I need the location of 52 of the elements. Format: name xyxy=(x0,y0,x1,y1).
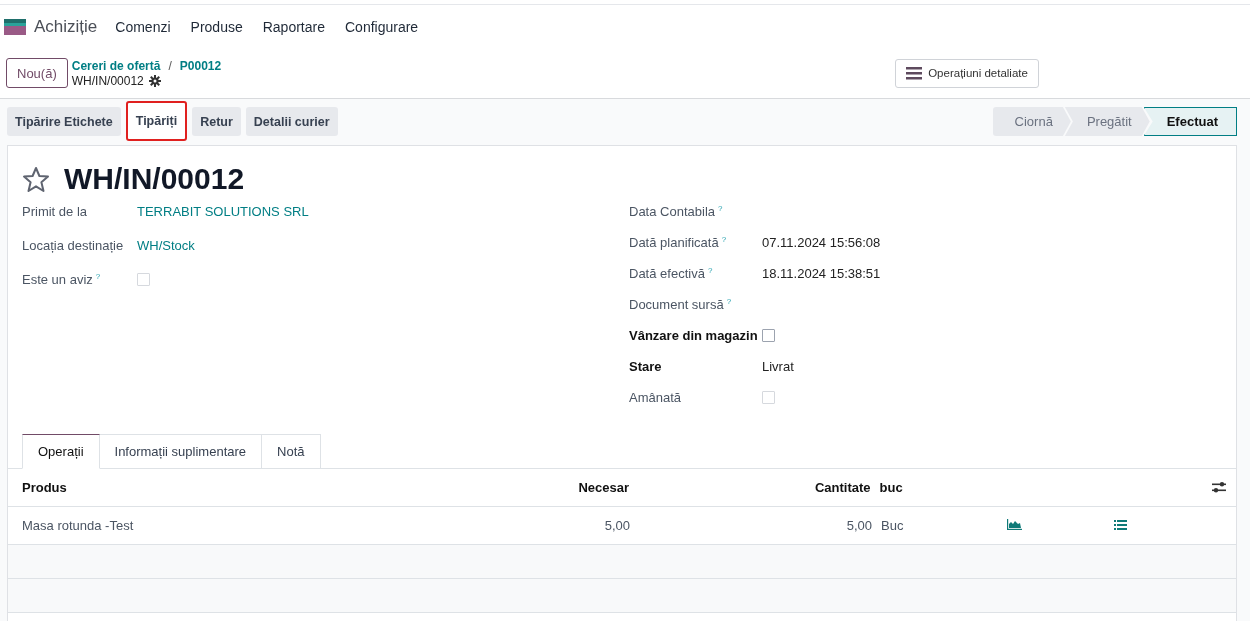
field-label: Dată efectivă xyxy=(629,266,705,282)
menu-item[interactable]: Comenzi xyxy=(115,18,171,35)
menu-item[interactable]: Configurare xyxy=(345,18,419,35)
table-cell-text: Buc xyxy=(880,518,905,533)
field-label: Vânzare din magazin xyxy=(629,328,758,343)
field-value: 18.11.2024 15:38:51 xyxy=(762,266,881,281)
tab[interactable]: Operații xyxy=(22,434,100,469)
field-label: Primit de la xyxy=(22,204,88,219)
field-label: Este un aviz xyxy=(22,272,93,288)
field-link[interactable]: TERRABIT SOLUTIONS SRL xyxy=(137,204,309,219)
gear-icon[interactable] xyxy=(148,74,161,87)
detailed-operations-button[interactable]: Operațiuni detaliate xyxy=(895,58,1039,88)
star-icon[interactable] xyxy=(22,165,50,193)
status-stage[interactable]: Pregătit xyxy=(1064,107,1150,136)
field-label: Stare xyxy=(629,359,662,374)
tab[interactable]: Notă xyxy=(261,434,321,469)
column-header[interactable]: buc xyxy=(870,480,1006,495)
status-stage[interactable]: Ciornă xyxy=(992,107,1071,136)
menu-icon xyxy=(906,66,923,80)
table-cell-text: 5,00 xyxy=(845,518,872,533)
app-logo-icon[interactable] xyxy=(4,18,26,35)
column-header[interactable]: Cantitate xyxy=(629,480,871,495)
breadcrumb-link[interactable]: P00012 xyxy=(179,58,222,73)
action-button[interactable]: Retur xyxy=(192,107,241,136)
column-header[interactable]: Produs xyxy=(22,480,462,495)
field-label: Document sursă xyxy=(629,297,724,313)
checkbox[interactable] xyxy=(762,329,775,342)
column-settings-icon[interactable] xyxy=(1212,481,1226,494)
field-label: Dată planificată xyxy=(629,235,719,251)
table-cell-text: 5,00 xyxy=(603,518,630,533)
new-button[interactable]: Nou(ă) xyxy=(6,58,68,88)
field-value: Livrat xyxy=(762,359,794,374)
field-value: 07.11.2024 15:56:08 xyxy=(762,235,881,250)
column-header[interactable]: Necesar xyxy=(461,480,629,495)
list-icon[interactable] xyxy=(1114,520,1127,530)
table-cell-text: Masa rotunda -Test xyxy=(22,518,135,533)
menu-item[interactable]: Raportare xyxy=(262,18,325,35)
menu-item[interactable]: Produse xyxy=(190,18,243,35)
area-chart-icon[interactable] xyxy=(1007,519,1022,530)
action-button[interactable]: Tipăriți xyxy=(125,101,188,141)
record-title: WH/IN/00012 xyxy=(64,162,245,196)
action-button[interactable]: Detalii curier xyxy=(245,107,338,136)
record-name: WH/IN/00012 xyxy=(71,73,144,88)
breadcrumb-link[interactable]: Cereri de ofertă xyxy=(71,58,161,73)
action-button[interactable]: Tipărire Etichete xyxy=(7,107,121,136)
status-stage[interactable]: Efectuat xyxy=(1143,107,1237,136)
field-label: Data Contabila xyxy=(629,204,715,220)
field-label: Locația destinație xyxy=(22,238,124,253)
field-label: Amânată xyxy=(629,390,682,405)
breadcrumb-separator: / xyxy=(168,58,172,73)
app-name[interactable]: Achiziție xyxy=(34,16,98,37)
field-link[interactable]: WH/Stock xyxy=(137,238,195,253)
